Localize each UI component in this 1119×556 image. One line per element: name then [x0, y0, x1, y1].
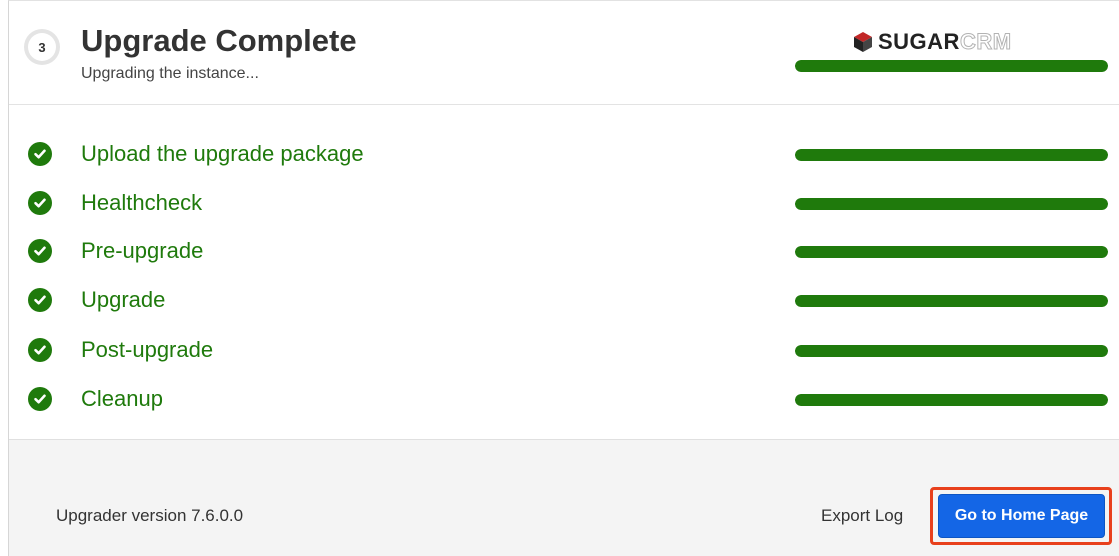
step-number: 3	[28, 33, 56, 61]
step-row: Healthcheck	[9, 185, 1119, 219]
check-circle-icon	[28, 142, 52, 166]
check-circle-icon	[28, 387, 52, 411]
step-label: Healthcheck	[81, 190, 203, 215]
step-row: Upgrade	[9, 282, 1119, 316]
step-progress-bar	[795, 394, 1108, 406]
sugar-cube-icon	[854, 32, 872, 52]
step-progress-fill	[795, 295, 1108, 307]
step-label: Pre-upgrade	[81, 238, 204, 263]
step-row: Cleanup	[9, 381, 1119, 415]
step-progress-fill	[795, 149, 1108, 161]
upgrader-version: Upgrader version 7.6.0.0	[56, 506, 244, 525]
step-row: Pre-upgrade	[9, 233, 1119, 267]
step-label: Cleanup	[81, 386, 163, 411]
step-label: Upgrade	[81, 287, 166, 312]
sugarcrm-logo: SUGAR CRM	[854, 29, 1012, 54]
check-circle-icon	[28, 239, 52, 263]
upgrade-header: 3 Upgrade Complete Upgrading the instanc…	[9, 1, 1119, 105]
go-to-home-page-button[interactable]: Go to Home Page	[938, 494, 1105, 538]
overall-progress-bar	[795, 60, 1108, 72]
check-circle-icon	[28, 288, 52, 312]
step-progress-bar	[795, 295, 1108, 307]
upgrade-footer: Upgrader version 7.6.0.0 Export Log Go t…	[9, 439, 1119, 556]
upgrade-panel: 3 Upgrade Complete Upgrading the instanc…	[8, 0, 1119, 556]
step-row: Upload the upgrade package	[9, 136, 1119, 170]
step-label: Post-upgrade	[81, 337, 214, 362]
step-progress-fill	[795, 246, 1108, 258]
step-label: Upload the upgrade package	[81, 141, 364, 166]
step-progress-bar	[795, 345, 1108, 357]
page-title: Upgrade Complete	[81, 23, 357, 58]
check-circle-icon	[28, 191, 52, 215]
step-progress-fill	[795, 345, 1108, 357]
page-subtitle: Upgrading the instance...	[81, 65, 259, 82]
export-log-link[interactable]: Export Log	[821, 506, 903, 526]
logo-text-crm: CRM	[959, 29, 1012, 54]
step-progress-bar	[795, 149, 1108, 161]
step-progress-bar	[795, 246, 1108, 258]
step-progress-fill	[795, 198, 1108, 210]
step-indicator: 3	[24, 29, 60, 65]
check-circle-icon	[28, 338, 52, 362]
step-progress-bar	[795, 198, 1108, 210]
step-row: Post-upgrade	[9, 332, 1119, 366]
logo-text-sugar: SUGAR	[878, 29, 960, 54]
overall-progress-fill	[795, 60, 1108, 72]
step-progress-fill	[795, 394, 1108, 406]
